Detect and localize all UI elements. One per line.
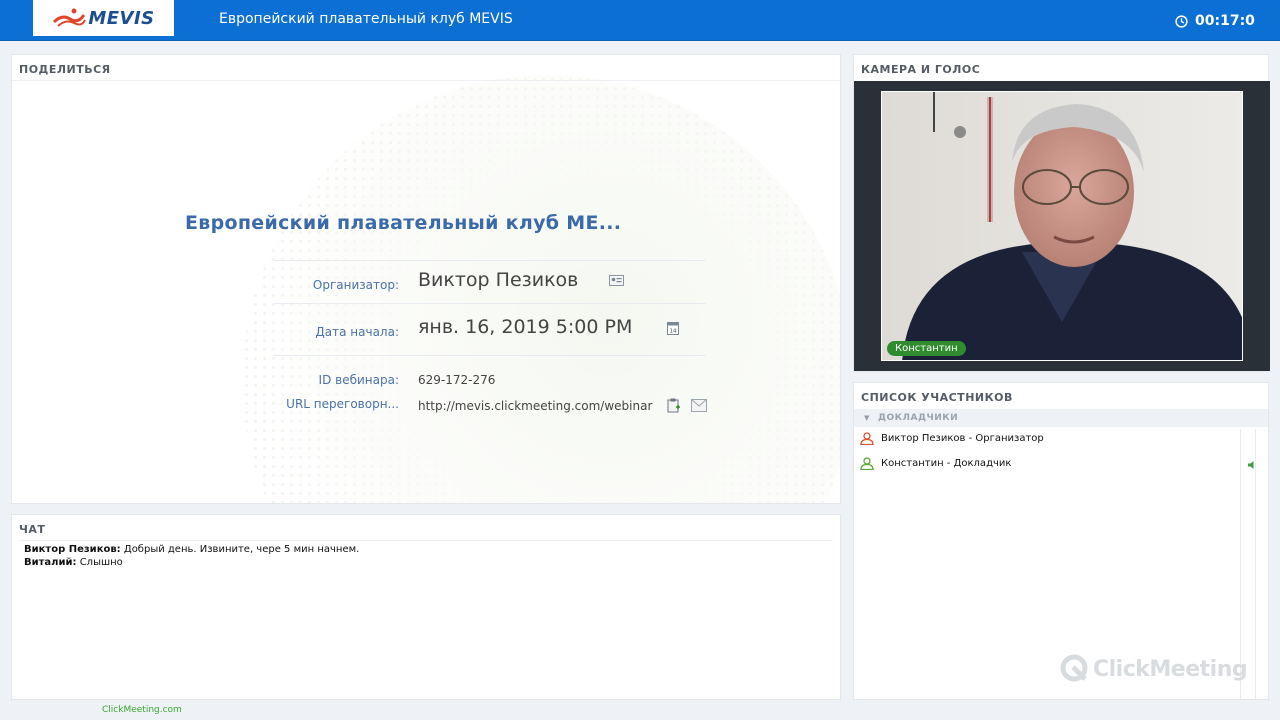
organizer-value: Виктор Пезиков [418, 269, 579, 291]
chat-text: Слышно [79, 557, 123, 568]
clickmeeting-logo-text: ClickMeeting [1093, 656, 1248, 682]
divider [12, 80, 840, 81]
meeting-title: Европейский плавательный клуб МЕ... [185, 212, 622, 234]
participant-name: Виктор Пезиков - Организатор [881, 433, 1044, 444]
copy-clipboard-icon[interactable] [667, 398, 681, 413]
share-panel-header: ПОДЕЛИТЬСЯ [19, 63, 111, 76]
top-bar: MEVIS Европейский плавательный клуб MEVI… [0, 0, 1280, 41]
divider [274, 355, 706, 356]
webinar-id-label: ID вебинара: [318, 373, 399, 387]
svg-text:14: 14 [670, 329, 677, 335]
participants-header: СПИСОК УЧАСТНИКОВ [861, 391, 1013, 404]
chat-message: Виктор Пезиков: Добрый день. Извините, ч… [24, 544, 359, 555]
clickmeeting-footer-link[interactable]: ClickMeeting.com [102, 705, 182, 715]
webcam-video[interactable]: Константин [881, 91, 1243, 361]
participant-row[interactable]: Константин - Докладчик [854, 454, 1240, 474]
room-url-value[interactable]: http://mevis.clickmeeting.com/webinar [418, 399, 658, 413]
contact-card-icon[interactable] [609, 275, 624, 286]
chat-message: Виталий: Слышно [24, 557, 123, 568]
session-timer: 00:17:0 [1175, 12, 1255, 30]
chat-header: ЧАТ [19, 523, 46, 536]
webcam-frame [882, 92, 1242, 360]
room-title: Европейский плавательный клуб MEVIS [219, 11, 513, 27]
clock-icon [1175, 14, 1188, 28]
presenter-user-icon [860, 457, 874, 470]
room-url-label: URL переговорн... [286, 397, 399, 411]
participant-row[interactable]: Виктор Пезиков - Организатор [854, 429, 1240, 449]
camera-header: КАМЕРА И ГОЛОС [861, 63, 981, 76]
organizer-label: Организатор: [312, 278, 399, 292]
chat-author: Виталий: [24, 557, 77, 568]
divider [19, 540, 832, 541]
chat-panel: ЧАТ Виктор Пезиков: Добрый день. Извинит… [11, 514, 841, 700]
divider [274, 260, 706, 261]
webinar-id-value: 629-172-276 [418, 373, 496, 387]
collapse-triangle-icon[interactable]: ▼ [864, 414, 869, 422]
participant-name: Константин - Докладчик [881, 458, 1012, 469]
share-panel: ПОДЕЛИТЬСЯ Европейский плавательный клуб… [11, 54, 841, 504]
start-date-label: Дата начала: [315, 325, 399, 339]
group-label: ДОКЛАДЧИКИ [878, 413, 959, 423]
clickmeeting-logo: ClickMeeting [1059, 653, 1248, 685]
email-icon[interactable] [691, 399, 707, 412]
camera-panel: КАМЕРА И ГОЛОС Константин [853, 54, 1270, 372]
chat-author: Виктор Пезиков: [24, 544, 121, 555]
speaker-name-badge: Константин [887, 341, 966, 356]
swimmer-logo-icon [53, 8, 87, 27]
clickmeeting-logo-icon [1060, 654, 1088, 682]
timer-value: 00:17:0 [1195, 13, 1255, 29]
camera-area: Константин [854, 81, 1270, 371]
organizer-user-icon [860, 432, 874, 445]
mevis-logo: MEVIS [33, 0, 174, 36]
logo-text: MEVIS [88, 7, 155, 29]
participants-panel: СПИСОК УЧАСТНИКОВ ▼ ДОКЛАДЧИКИ Виктор Пе… [853, 382, 1269, 700]
speaker-active-icon [1248, 461, 1254, 469]
speakers-group[interactable]: ▼ ДОКЛАДЧИКИ [854, 409, 1268, 427]
chat-text: Добрый день. Извините, чере 5 мин начнем… [123, 544, 360, 555]
start-date-value: янв. 16, 2019 5:00 PM [418, 316, 633, 338]
divider [274, 303, 706, 304]
calendar-icon[interactable]: 14 [667, 321, 679, 335]
